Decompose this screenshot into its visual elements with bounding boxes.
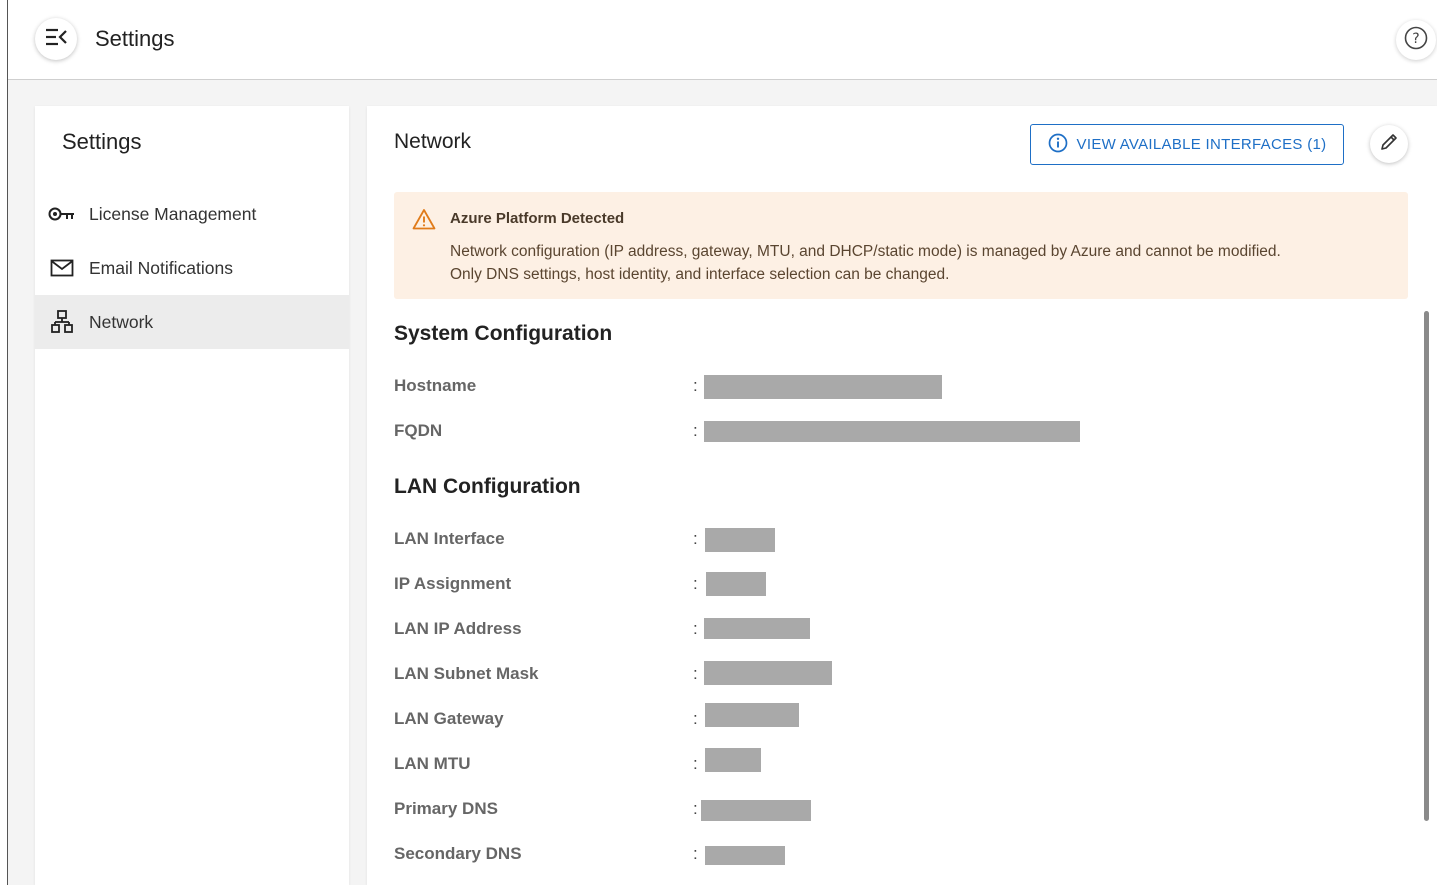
alert-message: Network configuration (IP address, gatew… bbox=[450, 240, 1281, 286]
sidebar-item-network[interactable]: Network bbox=[35, 295, 349, 349]
sidebar-title: Settings bbox=[62, 129, 142, 154]
field-separator: : bbox=[693, 529, 698, 548]
field-separator: : bbox=[693, 709, 698, 728]
page-title: Network bbox=[394, 130, 472, 153]
network-panel: Network VIEW AVAILABLE INTERFACES (1) Az… bbox=[367, 106, 1437, 885]
lan-gateway-label: LAN Gateway bbox=[394, 709, 504, 728]
info-icon bbox=[1048, 133, 1068, 157]
sidebar-item-label: Network bbox=[89, 311, 154, 332]
menu-collapse-button[interactable] bbox=[35, 18, 77, 60]
top-bar: Settings ? bbox=[8, 0, 1437, 80]
azure-warning-alert: Azure Platform Detected Network configur… bbox=[394, 192, 1408, 299]
lan-mtu-label: LAN MTU bbox=[394, 754, 471, 773]
field-separator: : bbox=[693, 619, 698, 638]
lan-configuration-heading: LAN Configuration bbox=[394, 475, 581, 498]
help-button[interactable]: ? bbox=[1396, 20, 1436, 60]
secondary-dns-value-redacted bbox=[705, 846, 785, 865]
app-title: Settings bbox=[95, 26, 175, 51]
sidebar-item-label: License Management bbox=[89, 203, 257, 224]
lan-ip-address-value-redacted bbox=[704, 618, 810, 639]
field-separator: : bbox=[693, 844, 698, 863]
lan-subnet-mask-label: LAN Subnet Mask bbox=[394, 664, 539, 683]
view-available-interfaces-label: VIEW AVAILABLE INTERFACES (1) bbox=[1076, 136, 1327, 153]
field-separator: : bbox=[693, 664, 698, 683]
mail-icon bbox=[35, 259, 89, 277]
lan-ip-address-label: LAN IP Address bbox=[394, 619, 522, 638]
sidebar-item-email-notifications[interactable]: Email Notifications bbox=[35, 241, 349, 295]
help-icon: ? bbox=[1403, 25, 1429, 56]
vertical-scrollbar[interactable] bbox=[1424, 311, 1429, 821]
primary-dns-value-redacted bbox=[701, 800, 811, 821]
field-separator: : bbox=[693, 574, 698, 593]
alert-message-line: Network configuration (IP address, gatew… bbox=[450, 243, 1281, 260]
system-configuration-heading: System Configuration bbox=[394, 322, 613, 345]
alert-message-line: Only DNS settings, host identity, and in… bbox=[450, 266, 950, 283]
lan-mtu-value-redacted bbox=[705, 748, 761, 772]
lan-interface-value-redacted bbox=[705, 528, 775, 552]
pencil-icon bbox=[1379, 132, 1399, 157]
sidebar-item-label: Email Notifications bbox=[89, 257, 233, 278]
view-available-interfaces-button[interactable]: VIEW AVAILABLE INTERFACES (1) bbox=[1030, 124, 1344, 165]
svg-text:?: ? bbox=[1412, 31, 1419, 47]
hostname-value-redacted bbox=[704, 375, 942, 399]
primary-dns-label: Primary DNS bbox=[394, 799, 498, 818]
sidebar-item-license-management[interactable]: License Management bbox=[35, 187, 349, 241]
fqdn-label: FQDN bbox=[394, 421, 443, 440]
secondary-dns-label: Secondary DNS bbox=[394, 844, 522, 863]
field-separator: : bbox=[693, 421, 698, 440]
alert-title: Azure Platform Detected bbox=[450, 210, 625, 227]
window-edge bbox=[0, 0, 8, 885]
edit-button[interactable] bbox=[1370, 125, 1408, 163]
ip-assignment-label: IP Assignment bbox=[394, 574, 512, 593]
field-separator: : bbox=[693, 376, 698, 395]
ip-assignment-value-redacted bbox=[706, 572, 766, 596]
key-icon bbox=[35, 205, 89, 223]
network-icon bbox=[35, 310, 89, 334]
hostname-label: Hostname bbox=[394, 376, 477, 395]
warning-icon bbox=[412, 208, 436, 235]
fqdn-value-redacted bbox=[704, 421, 1080, 442]
field-separator: : bbox=[693, 754, 698, 773]
lan-interface-label: LAN Interface bbox=[394, 529, 505, 548]
lan-subnet-mask-value-redacted bbox=[704, 661, 832, 685]
menu-collapse-icon bbox=[44, 27, 68, 52]
lan-gateway-value-redacted bbox=[705, 703, 799, 727]
field-separator: : bbox=[693, 799, 698, 818]
settings-sidebar: Settings License Management Email Notifi… bbox=[35, 106, 349, 885]
